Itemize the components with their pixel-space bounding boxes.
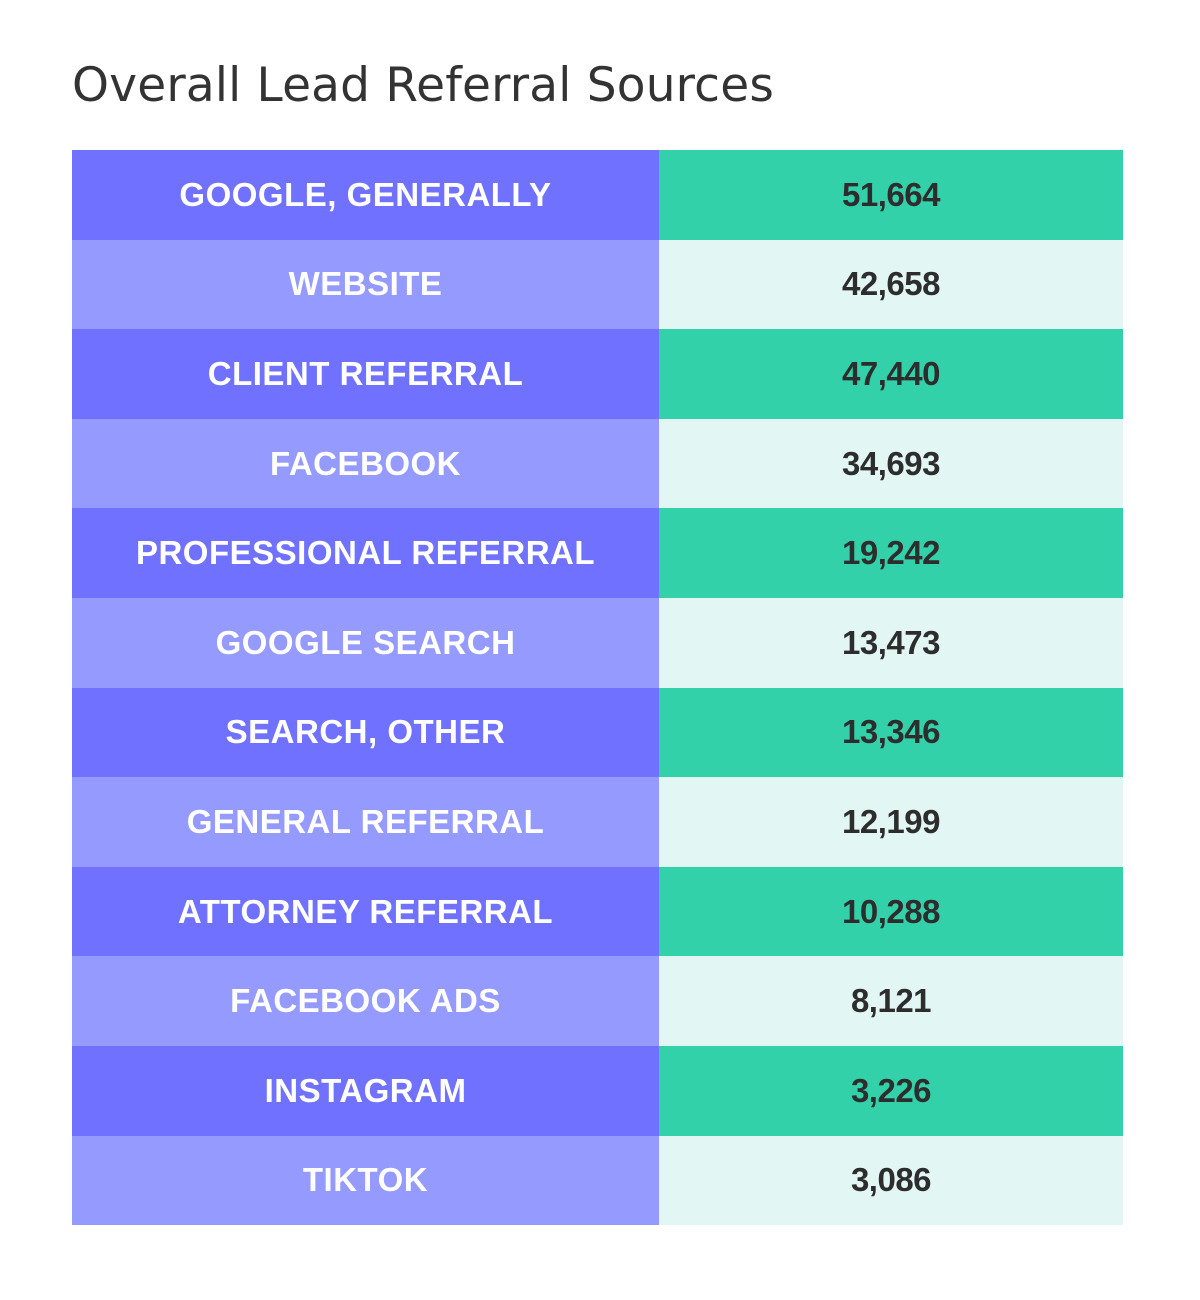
lead-count: 51,664 bbox=[659, 150, 1123, 240]
lead-count: 13,473 bbox=[659, 597, 1123, 688]
table-row: PROFESSIONAL REFERRAL 19,242 bbox=[72, 508, 1123, 598]
chart-title: Overall Lead Referral Sources bbox=[72, 58, 775, 113]
referral-sources-table: GOOGLE, GENERALLY 51,664 WEBSITE 42,658 CLIE… bbox=[72, 150, 1123, 1226]
lead-count: 12,199 bbox=[659, 777, 1123, 867]
lead-count: 3,086 bbox=[659, 1135, 1123, 1226]
lead-count: 47,440 bbox=[659, 329, 1123, 419]
table-row: INSTAGRAM 3,226 bbox=[72, 1045, 1123, 1136]
lead-count: 13,346 bbox=[659, 687, 1123, 778]
source-label: FACEBOOK ADS bbox=[72, 956, 659, 1046]
source-label: GOOGLE, GENERALLY bbox=[72, 150, 659, 240]
table-row: FACEBOOK ADS 8,121 bbox=[72, 956, 1123, 1046]
source-label: ATTORNEY REFERRAL bbox=[72, 866, 659, 957]
lead-count: 3,226 bbox=[659, 1045, 1123, 1136]
lead-count: 10,288 bbox=[659, 866, 1123, 957]
table-row: GOOGLE, GENERALLY 51,664 bbox=[72, 150, 1123, 240]
source-label: GOOGLE SEARCH bbox=[72, 597, 659, 688]
lead-count: 42,658 bbox=[659, 239, 1123, 330]
source-label: PROFESSIONAL REFERRAL bbox=[72, 508, 659, 598]
lead-count: 8,121 bbox=[659, 956, 1123, 1046]
table-row: FACEBOOK 34,693 bbox=[72, 418, 1123, 509]
source-label: TIKTOK bbox=[72, 1135, 659, 1226]
table-row: GOOGLE SEARCH 13,473 bbox=[72, 597, 1123, 688]
source-label: SEARCH, OTHER bbox=[72, 687, 659, 778]
table-row: WEBSITE 42,658 bbox=[72, 239, 1123, 330]
lead-count: 19,242 bbox=[659, 508, 1123, 598]
table-row: GENERAL REFERRAL 12,199 bbox=[72, 777, 1123, 867]
source-label: GENERAL REFERRAL bbox=[72, 777, 659, 867]
lead-count: 34,693 bbox=[659, 418, 1123, 509]
table-row: ATTORNEY REFERRAL 10,288 bbox=[72, 866, 1123, 957]
table-row: SEARCH, OTHER 13,346 bbox=[72, 687, 1123, 778]
table-row: CLIENT REFERRAL 47,440 bbox=[72, 329, 1123, 419]
table-row: TIKTOK 3,086 bbox=[72, 1135, 1123, 1226]
source-label: CLIENT REFERRAL bbox=[72, 329, 659, 419]
source-label: FACEBOOK bbox=[72, 418, 659, 509]
source-label: WEBSITE bbox=[72, 239, 659, 330]
source-label: INSTAGRAM bbox=[72, 1045, 659, 1136]
